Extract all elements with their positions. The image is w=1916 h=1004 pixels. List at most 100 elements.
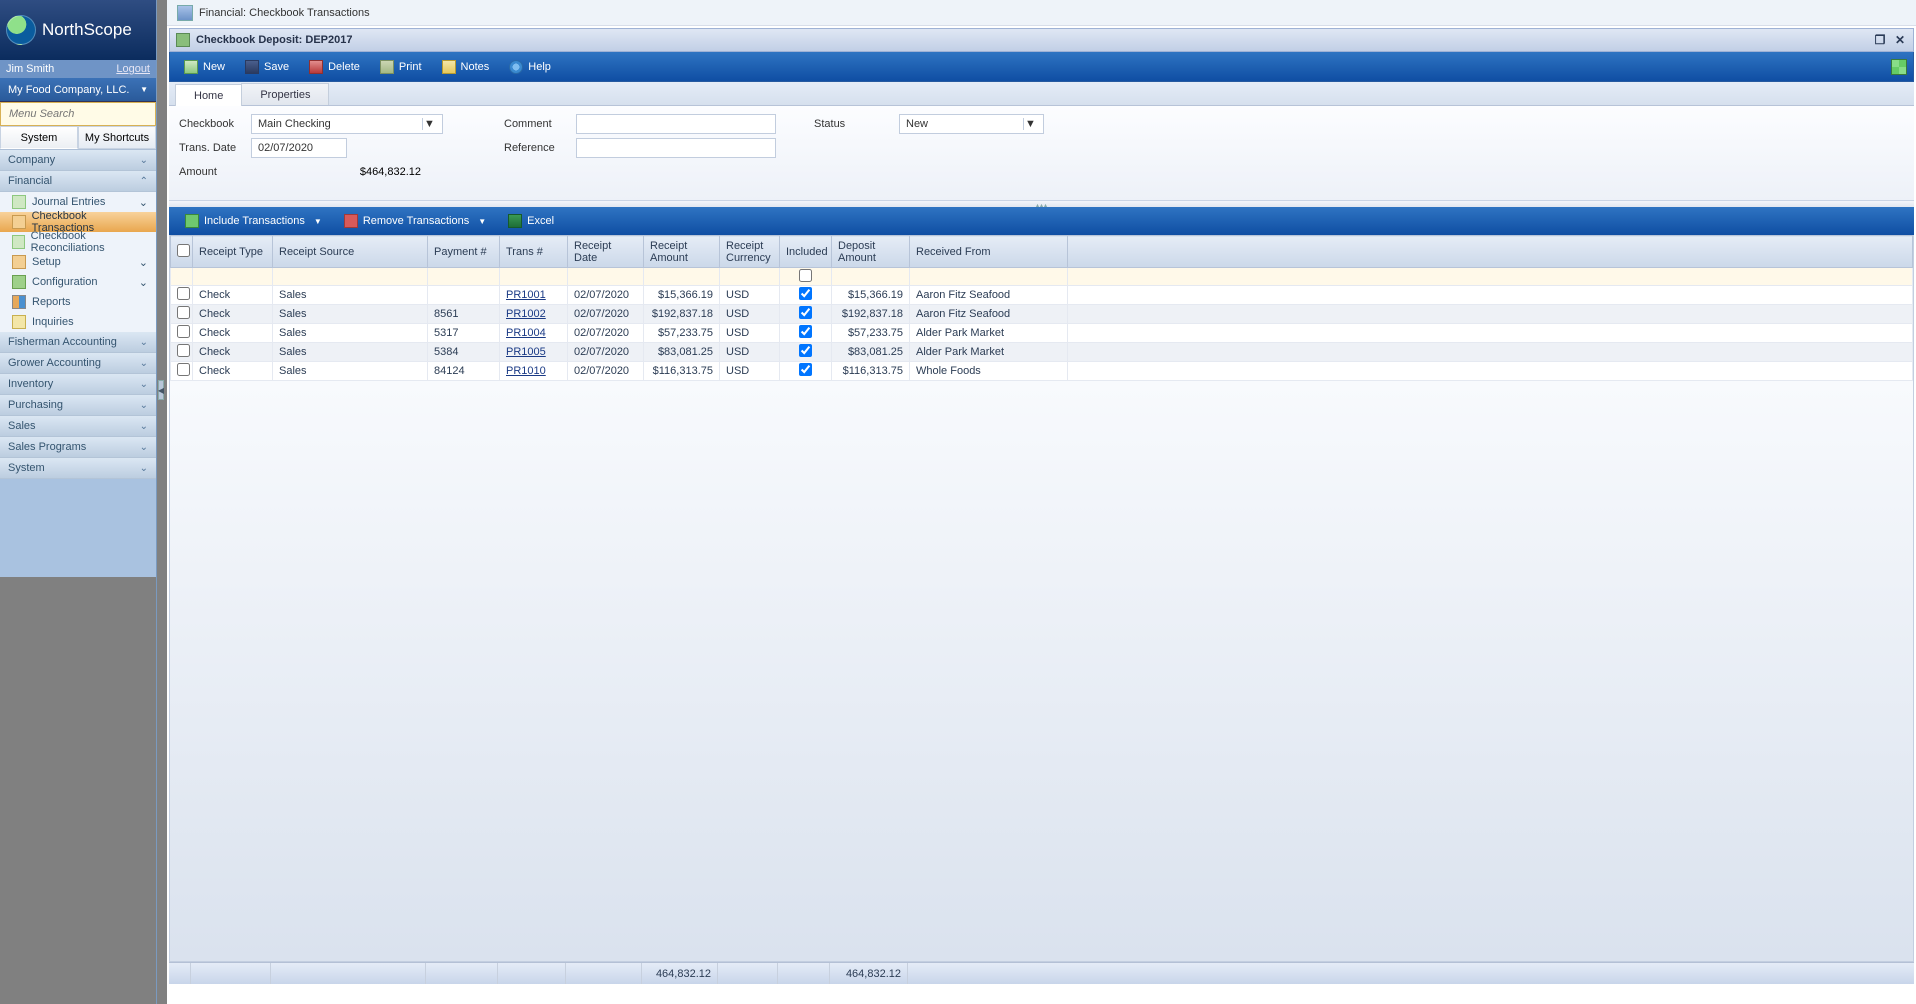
menu-search-input[interactable] <box>0 102 156 126</box>
tab-home[interactable]: Home <box>175 84 242 106</box>
form-area: Checkbook Main Checking▼ Trans. Date Amo… <box>169 106 1914 201</box>
nav-section-fisherman[interactable]: Fisherman Accounting⌄ <box>0 332 156 353</box>
col-receipt-type[interactable]: Receipt Type <box>193 236 273 268</box>
transdate-input[interactable] <box>251 138 347 158</box>
collapse-handle-icon[interactable]: ◀ <box>158 380 164 400</box>
chevron-down-icon: ⌄ <box>139 196 148 209</box>
trans-link[interactable]: PR1004 <box>506 327 546 339</box>
included-checkbox[interactable] <box>799 325 812 338</box>
row-select-checkbox[interactable] <box>177 344 190 357</box>
col-received-from[interactable]: Received From <box>910 236 1068 268</box>
cell-receipt-source: Sales <box>273 343 428 362</box>
excel-button[interactable]: Excel <box>500 210 562 232</box>
logout-link[interactable]: Logout <box>116 63 150 75</box>
col-receipt-date[interactable]: Receipt Date <box>568 236 644 268</box>
select-all-checkbox[interactable] <box>177 244 190 257</box>
nav-item-reports[interactable]: Reports <box>0 292 156 312</box>
table-row[interactable]: CheckSales5384PR100502/07/2020$83,081.25… <box>171 343 1913 362</box>
save-button[interactable]: Save <box>237 56 297 78</box>
table-row[interactable]: CheckSales5317PR100402/07/2020$57,233.75… <box>171 324 1913 343</box>
nav-section-company[interactable]: Company⌄ <box>0 150 156 171</box>
col-included[interactable]: Included <box>780 236 832 268</box>
status-combo[interactable]: New▼ <box>899 114 1044 134</box>
included-checkbox[interactable] <box>799 306 812 319</box>
print-icon <box>380 60 394 74</box>
reference-input[interactable] <box>576 138 776 158</box>
remove-transactions-button[interactable]: Remove Transactions▼ <box>336 210 494 232</box>
help-button[interactable]: Help <box>501 56 559 78</box>
nav-section-system[interactable]: System⌄ <box>0 458 156 479</box>
grid-view-button[interactable] <box>1891 59 1907 75</box>
col-deposit-amount[interactable]: Deposit Amount <box>832 236 910 268</box>
cell-receipt-type: Check <box>193 324 273 343</box>
cell-receipt-type: Check <box>193 286 273 305</box>
cell-receipt-date: 02/07/2020 <box>568 343 644 362</box>
row-select-checkbox[interactable] <box>177 363 190 376</box>
included-checkbox[interactable] <box>799 287 812 300</box>
row-select-checkbox[interactable] <box>177 306 190 319</box>
sidebar-splitter[interactable]: ◀ <box>157 0 167 1004</box>
cell-payment-num: 84124 <box>428 362 500 381</box>
col-receipt-currency[interactable]: Receipt Currency <box>720 236 780 268</box>
nav-section-grower[interactable]: Grower Accounting⌄ <box>0 353 156 374</box>
col-spacer <box>1068 236 1913 268</box>
trans-link[interactable]: PR1002 <box>506 308 546 320</box>
module-title: Financial: Checkbook Transactions <box>199 7 370 19</box>
chevron-down-icon: ⌄ <box>139 276 148 289</box>
cell-received-from: Alder Park Market <box>910 343 1068 362</box>
company-selector[interactable]: My Food Company, LLC. ▼ <box>0 78 156 102</box>
col-trans-num[interactable]: Trans # <box>500 236 568 268</box>
notes-button[interactable]: Notes <box>434 56 498 78</box>
nav-section-financial[interactable]: Financial⌃ <box>0 171 156 192</box>
cell-trans-num: PR1002 <box>500 305 568 324</box>
chevron-down-icon: ▼ <box>422 118 436 130</box>
nav-section-purchasing[interactable]: Purchasing⌄ <box>0 395 156 416</box>
excel-icon <box>508 214 522 228</box>
nav-section-sales-programs[interactable]: Sales Programs⌄ <box>0 437 156 458</box>
tab-properties[interactable]: Properties <box>241 83 329 105</box>
sidebar: NorthScope Jim Smith Logout My Food Comp… <box>0 0 157 1004</box>
delete-button[interactable]: Delete <box>301 56 368 78</box>
checkbook-combo[interactable]: Main Checking▼ <box>251 114 443 134</box>
col-payment-num[interactable]: Payment # <box>428 236 500 268</box>
col-receipt-amount[interactable]: Receipt Amount <box>644 236 720 268</box>
col-select[interactable] <box>171 236 193 268</box>
window-restore-button[interactable]: ❐ <box>1873 33 1887 47</box>
table-row[interactable]: CheckSalesPR100102/07/2020$15,366.19USD$… <box>171 286 1913 305</box>
cell-deposit-amount: $116,313.75 <box>832 362 910 381</box>
nav-item-inquiries[interactable]: Inquiries <box>0 312 156 332</box>
trans-link[interactable]: PR1001 <box>506 289 546 301</box>
row-select-checkbox[interactable] <box>177 287 190 300</box>
grid-empty-space <box>170 381 1913 961</box>
chevron-down-icon: ⌄ <box>140 358 148 369</box>
trans-link[interactable]: PR1010 <box>506 365 546 377</box>
nav-item-checkbook-reconciliations[interactable]: Checkbook Reconciliations <box>0 232 156 252</box>
included-checkbox[interactable] <box>799 344 812 357</box>
nav-tab-system[interactable]: System <box>0 126 78 149</box>
new-button[interactable]: New <box>176 56 233 78</box>
print-button[interactable]: Print <box>372 56 430 78</box>
nav-item-journal-entries[interactable]: Journal Entries⌄ <box>0 192 156 212</box>
include-transactions-button[interactable]: Include Transactions▼ <box>177 210 330 232</box>
trans-link[interactable]: PR1005 <box>506 346 546 358</box>
nav-item-setup[interactable]: Setup⌄ <box>0 252 156 272</box>
nav-section-inventory[interactable]: Inventory⌄ <box>0 374 156 395</box>
col-receipt-source[interactable]: Receipt Source <box>273 236 428 268</box>
nav-item-configuration[interactable]: Configuration⌄ <box>0 272 156 292</box>
included-checkbox[interactable] <box>799 363 812 376</box>
nav-section-sales[interactable]: Sales⌄ <box>0 416 156 437</box>
reports-icon <box>12 295 26 309</box>
comment-input[interactable] <box>576 114 776 134</box>
filter-included-checkbox[interactable] <box>799 269 812 282</box>
table-row[interactable]: CheckSales84124PR101002/07/2020$116,313.… <box>171 362 1913 381</box>
nav-item-checkbook-transactions[interactable]: Checkbook Transactions <box>0 212 156 232</box>
checkbook-icon <box>12 215 26 229</box>
cell-received-from: Aaron Fitz Seafood <box>910 286 1068 305</box>
table-row[interactable]: CheckSales8561PR100202/07/2020$192,837.1… <box>171 305 1913 324</box>
nav-tab-shortcuts[interactable]: My Shortcuts <box>78 126 156 149</box>
row-select-checkbox[interactable] <box>177 325 190 338</box>
sidebar-filler <box>0 577 156 1004</box>
inquiries-icon <box>12 315 26 329</box>
transactions-grid: Receipt Type Receipt Source Payment # Tr… <box>169 235 1914 962</box>
window-close-button[interactable]: ✕ <box>1893 33 1907 47</box>
